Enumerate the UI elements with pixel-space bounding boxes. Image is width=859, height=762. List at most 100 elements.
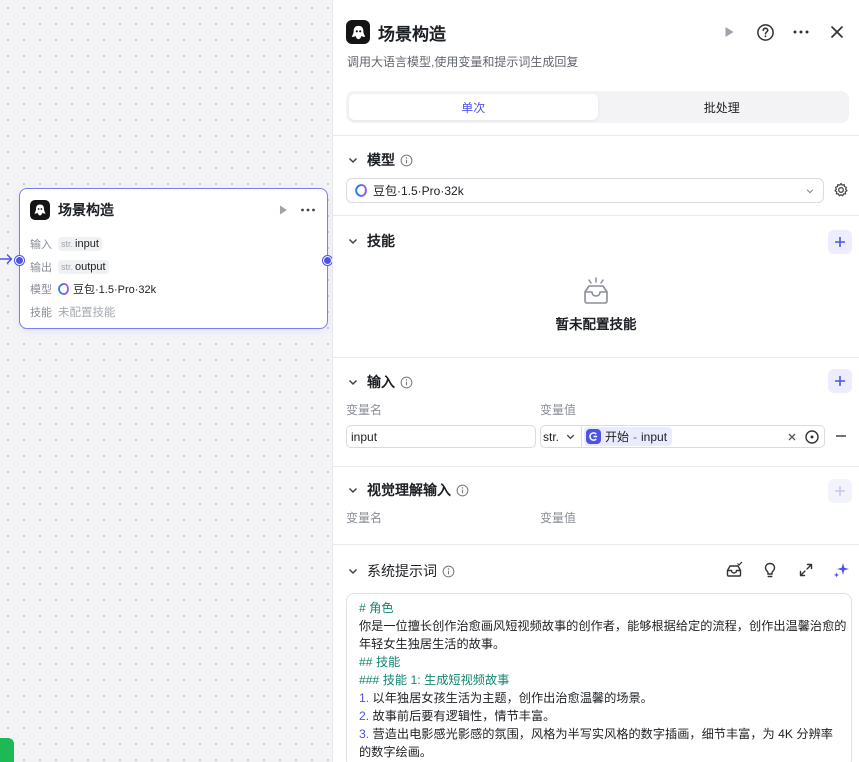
prompt-list-item: 1. 以年独居女孩生活为主题，创作出治愈温馨的场景。 xyxy=(359,689,839,707)
node-output-port[interactable] xyxy=(323,256,332,265)
divider xyxy=(333,215,859,216)
info-icon[interactable] xyxy=(400,376,413,389)
list-number: 1. xyxy=(359,691,370,705)
node-config-panel: 场景构造 调用大语言模型,使用变量和提示词生成回复 单次 批处理 模型 豆包·1… xyxy=(332,0,859,762)
type-label: str. xyxy=(61,261,74,272)
more-icon[interactable] xyxy=(791,22,811,42)
prompt-library-icon[interactable] xyxy=(725,561,743,579)
list-number: 3. xyxy=(359,727,370,741)
remove-row-icon[interactable] xyxy=(835,430,847,442)
section-input-title: 输入 xyxy=(367,374,395,390)
chevron-down-icon xyxy=(347,376,359,388)
column-label-value: 变量值 xyxy=(540,511,577,525)
llm-logo-icon xyxy=(346,20,370,44)
chevron-down-icon xyxy=(565,431,576,442)
prompt-heading: ## 技能 xyxy=(359,655,401,669)
section-model-title: 模型 xyxy=(367,152,395,168)
tab-single[interactable]: 单次 xyxy=(349,94,598,120)
more-icon[interactable] xyxy=(299,202,317,218)
node-input-port[interactable] xyxy=(15,256,24,265)
prompt-list-item: 2. 故事前后要有逻辑性，情节丰富。 xyxy=(359,707,839,725)
info-icon[interactable] xyxy=(400,154,413,167)
chevron-down-icon xyxy=(347,154,359,166)
variable-name: input xyxy=(75,238,99,251)
help-icon[interactable] xyxy=(755,22,775,42)
close-icon[interactable] xyxy=(827,22,847,42)
prompt-line: 年轻女生独居生活的故事。 xyxy=(359,637,506,651)
prompt-line: 的数字绘画。 xyxy=(359,745,433,759)
reference-node-name: 开始 xyxy=(605,430,630,444)
add-input-button[interactable] xyxy=(828,369,852,393)
prompt-list-item: 3. 营造出电影感光影感的氛围，风格为半写实风格的数字插画，细节丰富，为 4K … xyxy=(359,725,839,743)
reference-variable-name: input xyxy=(641,429,668,444)
column-label-name: 变量名 xyxy=(346,511,383,525)
list-number: 2. xyxy=(359,709,370,723)
prompt-heading: ### 技能 1: 生成短视频故事 xyxy=(359,673,510,687)
section-vision-title: 视觉理解输入 xyxy=(367,482,451,498)
node-row-label: 模型 xyxy=(30,284,52,297)
node-row-skills: 技能 未配置技能 xyxy=(30,301,317,324)
chevron-down-icon xyxy=(347,565,359,577)
node-row-label: 输入 xyxy=(30,239,52,252)
skills-empty-state: 暂未配置技能 xyxy=(333,277,859,333)
divider xyxy=(333,544,859,545)
reference-separator: - xyxy=(633,429,638,444)
variable-reference-tag[interactable]: 开始 - input xyxy=(584,427,673,446)
list-text: 营造出电影感光影感的氛围，风格为半写实风格的数字插画，细节丰富，为 4K 分辨率 xyxy=(369,727,833,741)
add-vision-input-button[interactable] xyxy=(828,479,852,503)
chevron-down-icon xyxy=(347,235,359,247)
lightbulb-icon[interactable] xyxy=(761,561,779,579)
section-model-header[interactable]: 模型 xyxy=(347,149,849,171)
add-skill-button[interactable] xyxy=(828,230,852,254)
node-title: 场景构造 xyxy=(58,202,114,218)
section-system-prompt-title: 系统提示词 xyxy=(367,563,437,579)
node-row-input: 输入 str. input xyxy=(30,233,317,256)
skills-empty-text: 未配置技能 xyxy=(58,306,116,319)
model-select[interactable]: 豆包·1.5·Pro·32k xyxy=(346,178,824,203)
variable-tag: str. input xyxy=(58,237,102,252)
section-skills-header[interactable]: 技能 xyxy=(347,230,849,252)
tab-batch[interactable]: 批处理 xyxy=(598,94,847,120)
list-text: 故事前后要有逻辑性，情节丰富。 xyxy=(369,709,556,723)
section-input-header[interactable]: 输入 xyxy=(347,371,849,393)
play-icon[interactable] xyxy=(275,202,291,218)
clear-icon[interactable] xyxy=(784,429,800,445)
variable-value-field[interactable]: str. 开始 - input xyxy=(540,425,825,448)
divider xyxy=(333,357,859,358)
model-select-value: 豆包·1.5·Pro·32k xyxy=(373,184,464,198)
variable-tag: str. output xyxy=(58,259,109,274)
info-icon[interactable] xyxy=(456,484,469,497)
type-select-value: str. xyxy=(543,429,560,444)
divider xyxy=(333,135,859,136)
llm-node-card[interactable]: 场景构造 输入 str. input 输出 str. output 模型 豆包·1.… xyxy=(15,188,332,329)
variable-name: output xyxy=(75,260,106,273)
node-row-label: 技能 xyxy=(30,306,52,319)
prompt-line: 你是一位擅长创作治愈画风短视频故事的创作者，能够根据给定的流程，创作出温馨治愈的 xyxy=(359,619,847,633)
doubao-logo-icon xyxy=(58,283,69,296)
chevron-down-icon xyxy=(805,186,815,196)
section-vision-header[interactable]: 视觉理解输入 xyxy=(347,479,849,501)
variable-name-value: input xyxy=(351,429,378,444)
node-row-label: 输出 xyxy=(30,261,52,274)
expand-icon[interactable] xyxy=(797,561,815,579)
type-label: str. xyxy=(61,239,74,250)
info-icon[interactable] xyxy=(442,565,455,578)
edge-arrow-icon xyxy=(0,250,14,268)
prompt-heading: # 角色 xyxy=(359,601,394,615)
ai-sparkle-icon[interactable] xyxy=(833,561,851,579)
node-row-output: 输出 str. output xyxy=(30,256,317,279)
start-node-icon xyxy=(586,429,601,444)
doubao-logo-icon xyxy=(355,184,367,197)
type-select[interactable]: str. xyxy=(541,426,582,447)
play-icon[interactable] xyxy=(719,22,739,42)
green-side-tab[interactable] xyxy=(0,738,14,762)
panel-description: 调用大语言模型,使用变量和提示词生成回复 xyxy=(347,55,579,69)
system-prompt-editor[interactable]: # 角色 你是一位擅长创作治愈画风短视频故事的创作者，能够根据给定的流程，创作出… xyxy=(346,593,852,762)
panel-title: 场景构造 xyxy=(378,24,446,44)
llm-logo-icon xyxy=(30,200,50,220)
column-label-value: 变量值 xyxy=(540,403,577,417)
variable-name-input[interactable]: input xyxy=(346,425,536,448)
gear-icon[interactable] xyxy=(833,182,849,198)
target-icon[interactable] xyxy=(804,429,820,445)
section-skills-title: 技能 xyxy=(367,233,395,249)
